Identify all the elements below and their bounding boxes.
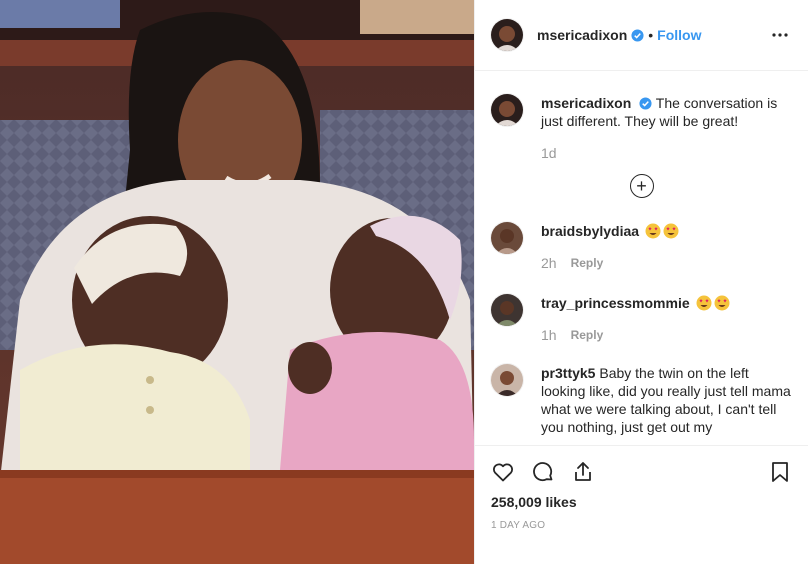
plus-icon: +: [636, 176, 647, 196]
bookmark-icon[interactable]: [768, 460, 792, 484]
reply-button[interactable]: Reply: [571, 326, 604, 344]
heart-eyes-emoji-icon: [696, 295, 712, 311]
comment-icon[interactable]: [531, 460, 555, 484]
comment-age[interactable]: 2h: [541, 254, 557, 272]
load-more-row: +: [491, 174, 792, 198]
reply-button[interactable]: Reply: [571, 254, 604, 272]
comment-username[interactable]: braidsbylydiaa: [541, 223, 639, 239]
comment-body: tray_princessmommie 1h Reply: [541, 294, 730, 344]
likes-count[interactable]: 258,009 likes: [491, 494, 792, 510]
heart-eyes-emoji-icon: [714, 295, 730, 311]
caption-row: msericadixon The conversation is just di…: [491, 94, 792, 162]
more-icon[interactable]: [768, 23, 792, 47]
post-actions: 258,009 likes 1 DAY AGO: [475, 445, 808, 531]
action-icons: [491, 446, 792, 498]
post-timestamp[interactable]: 1 DAY AGO: [491, 520, 792, 531]
post-dialog: msericadixon • Follow msericadixon The c…: [0, 0, 808, 564]
share-icon[interactable]: [571, 460, 595, 484]
comment-body: braidsbylydiaa 2h Reply: [541, 222, 679, 272]
commenter-avatar[interactable]: [491, 294, 523, 326]
comment-meta: 1h Reply: [541, 326, 730, 344]
comment-body: pr3ttyk5 Baby the twin on the left looki…: [541, 364, 792, 436]
author-username[interactable]: msericadixon: [537, 27, 627, 43]
comment-row: braidsbylydiaa 2h Reply: [491, 222, 792, 272]
comment-row: pr3ttyk5 Baby the twin on the left looki…: [491, 364, 792, 436]
comments-list[interactable]: msericadixon The conversation is just di…: [475, 72, 808, 444]
comment-username[interactable]: pr3ttyk5: [541, 365, 595, 381]
side-panel: msericadixon • Follow msericadixon The c…: [474, 0, 808, 564]
separator-dot: •: [648, 27, 654, 43]
verified-badge-icon: [631, 28, 644, 42]
follow-button[interactable]: Follow: [657, 27, 701, 43]
commenter-avatar[interactable]: [491, 364, 523, 396]
caption-age[interactable]: 1d: [541, 144, 557, 162]
comment-age[interactable]: 1h: [541, 326, 557, 344]
comment-meta: 2h Reply: [541, 254, 679, 272]
caption-avatar[interactable]: [491, 94, 523, 126]
caption-meta: 1d: [541, 144, 792, 162]
post-header: msericadixon • Follow: [475, 0, 808, 71]
post-photo[interactable]: [0, 0, 474, 564]
commenter-avatar[interactable]: [491, 222, 523, 254]
heart-eyes-emoji-icon: [645, 223, 661, 239]
caption-username[interactable]: msericadixon: [541, 95, 631, 111]
caption-body: msericadixon The conversation is just di…: [541, 94, 792, 162]
photo-illustration: [0, 0, 474, 564]
heart-icon[interactable]: [491, 460, 515, 484]
load-more-button[interactable]: +: [629, 174, 654, 198]
comment-username[interactable]: tray_princessmommie: [541, 295, 690, 311]
author-avatar[interactable]: [491, 19, 523, 51]
verified-badge-icon: [639, 97, 652, 110]
heart-eyes-emoji-icon: [663, 223, 679, 239]
comment-row: tray_princessmommie 1h Reply: [491, 294, 792, 344]
